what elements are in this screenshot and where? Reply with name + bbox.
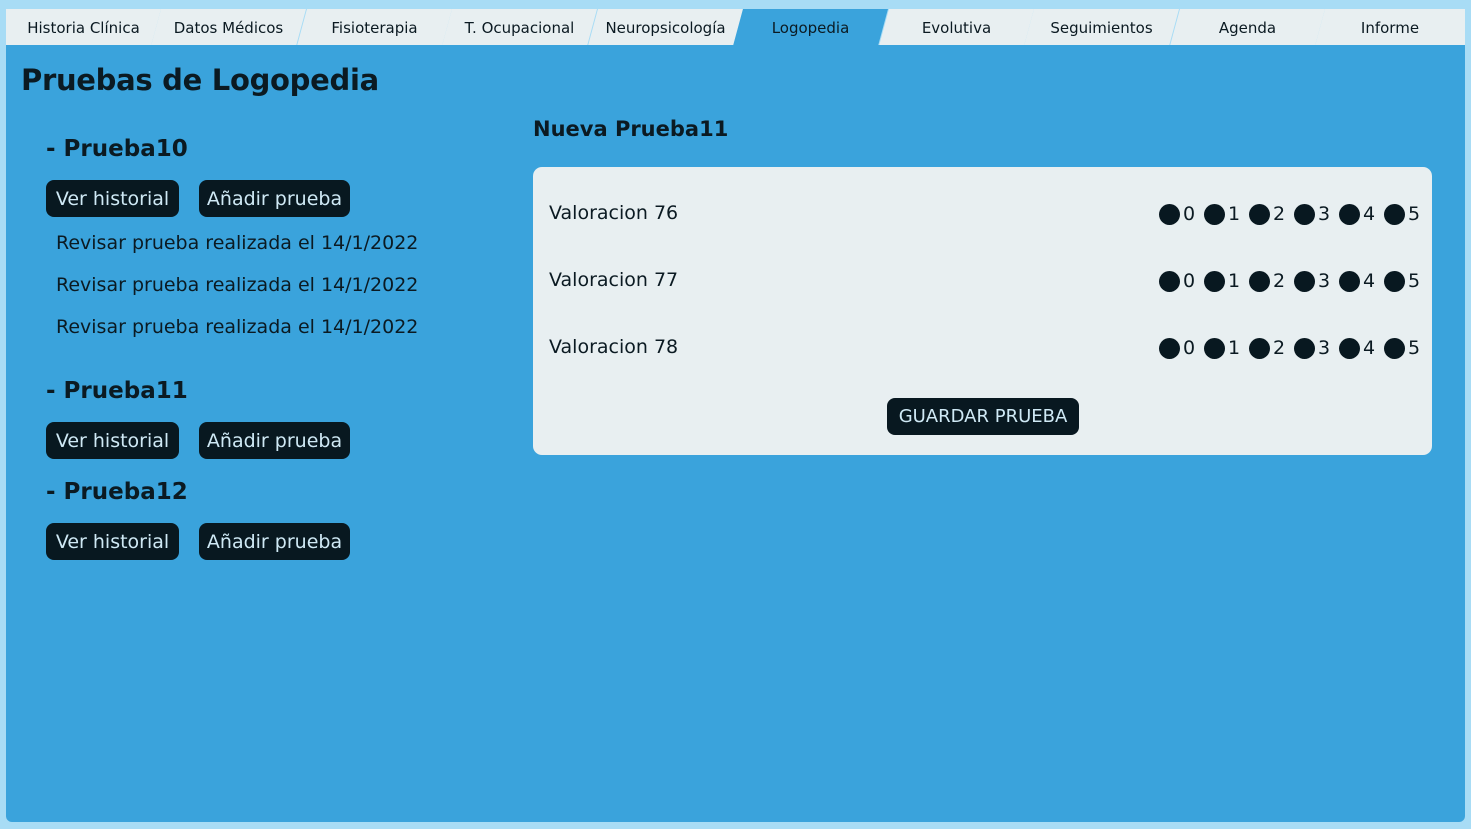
rating-option-label: 3 bbox=[1318, 270, 1331, 292]
ver-historial-button[interactable]: Ver historial bbox=[46, 422, 179, 459]
test-heading-prueba10: - Prueba10 bbox=[46, 136, 188, 162]
tab-logopedia[interactable]: Logopedia bbox=[733, 9, 888, 46]
save-test-button[interactable]: GUARDAR PRUEBA bbox=[887, 398, 1079, 435]
tab-bar: Historia Clínica Datos Médicos Fisiotera… bbox=[6, 9, 1465, 46]
rating-label: Valoracion 76 bbox=[549, 202, 679, 224]
rating-option[interactable]: 2 bbox=[1249, 270, 1291, 292]
tab-t-ocupacional[interactable]: T. Ocupacional bbox=[442, 9, 597, 46]
rating-option[interactable]: 1 bbox=[1204, 270, 1246, 292]
rating-radio-group: 0 1 2 3 4 5 bbox=[1159, 202, 1429, 226]
radio-button[interactable] bbox=[1249, 337, 1270, 359]
add-test-button[interactable]: Añadir prueba bbox=[199, 422, 350, 459]
review-test-link[interactable]: Revisar prueba realizada el 14/1/2022 bbox=[56, 274, 418, 296]
rating-option-label: 4 bbox=[1363, 337, 1376, 359]
radio-button[interactable] bbox=[1159, 337, 1180, 359]
rating-option[interactable]: 1 bbox=[1204, 337, 1246, 359]
rating-option-label: 5 bbox=[1408, 270, 1421, 292]
tab-agenda[interactable]: Agenda bbox=[1170, 9, 1325, 46]
tab-fisioterapia[interactable]: Fisioterapia bbox=[297, 9, 452, 46]
rating-option-label: 2 bbox=[1273, 337, 1286, 359]
rating-option[interactable]: 4 bbox=[1339, 203, 1381, 225]
radio-button[interactable] bbox=[1159, 270, 1180, 292]
tab-evolutiva[interactable]: Evolutiva bbox=[879, 9, 1034, 46]
rating-option-label: 3 bbox=[1318, 337, 1331, 359]
rating-option[interactable]: 0 bbox=[1159, 337, 1201, 359]
rating-option-label: 2 bbox=[1273, 270, 1286, 292]
new-test-form: Valoracion 76 0 1 2 3 4 5 Valoracion 77 … bbox=[533, 167, 1432, 455]
ver-historial-button[interactable]: Ver historial bbox=[46, 180, 179, 217]
radio-button[interactable] bbox=[1249, 203, 1270, 225]
rating-option-label: 2 bbox=[1273, 203, 1286, 225]
rating-option-label: 3 bbox=[1318, 203, 1331, 225]
rating-option[interactable]: 1 bbox=[1204, 203, 1246, 225]
tab-neuropsicologia[interactable]: Neuropsicología bbox=[588, 9, 743, 46]
radio-button[interactable] bbox=[1384, 337, 1405, 359]
test-heading-prueba11: - Prueba11 bbox=[46, 378, 188, 404]
radio-button[interactable] bbox=[1204, 337, 1225, 359]
rating-option[interactable]: 2 bbox=[1249, 203, 1291, 225]
review-test-link[interactable]: Revisar prueba realizada el 14/1/2022 bbox=[56, 232, 418, 254]
tab-seguimientos[interactable]: Seguimientos bbox=[1024, 9, 1179, 46]
rating-option[interactable]: 2 bbox=[1249, 337, 1291, 359]
rating-option-label: 1 bbox=[1228, 203, 1241, 225]
main-panel: Pruebas de Logopedia - Prueba10 Ver hist… bbox=[6, 45, 1465, 822]
radio-button[interactable] bbox=[1339, 203, 1360, 225]
rating-radio-group: 0 1 2 3 4 5 bbox=[1159, 269, 1429, 293]
rating-option[interactable]: 0 bbox=[1159, 270, 1201, 292]
rating-option[interactable]: 5 bbox=[1384, 337, 1426, 359]
rating-option[interactable]: 3 bbox=[1294, 270, 1336, 292]
rating-option[interactable]: 4 bbox=[1339, 337, 1381, 359]
rating-option-label: 0 bbox=[1183, 203, 1196, 225]
rating-option-label: 4 bbox=[1363, 203, 1376, 225]
rating-radio-group: 0 1 2 3 4 5 bbox=[1159, 336, 1429, 360]
radio-button[interactable] bbox=[1159, 203, 1180, 225]
ver-historial-button[interactable]: Ver historial bbox=[46, 523, 179, 560]
add-test-button[interactable]: Añadir prueba bbox=[199, 523, 350, 560]
radio-button[interactable] bbox=[1294, 337, 1315, 359]
radio-button[interactable] bbox=[1294, 270, 1315, 292]
review-test-link[interactable]: Revisar prueba realizada el 14/1/2022 bbox=[56, 316, 418, 338]
radio-button[interactable] bbox=[1339, 270, 1360, 292]
rating-option[interactable]: 0 bbox=[1159, 203, 1201, 225]
rating-option-label: 0 bbox=[1183, 337, 1196, 359]
new-test-title: Nueva Prueba11 bbox=[533, 117, 729, 141]
tab-historia-clinica[interactable]: Historia Clínica bbox=[6, 9, 161, 46]
radio-button[interactable] bbox=[1384, 270, 1405, 292]
rating-option-label: 5 bbox=[1408, 337, 1421, 359]
rating-option-label: 0 bbox=[1183, 270, 1196, 292]
radio-button[interactable] bbox=[1249, 270, 1270, 292]
tab-datos-medicos[interactable]: Datos Médicos bbox=[151, 9, 306, 46]
rating-option[interactable]: 3 bbox=[1294, 337, 1336, 359]
rating-option[interactable]: 5 bbox=[1384, 203, 1426, 225]
radio-button[interactable] bbox=[1339, 337, 1360, 359]
radio-button[interactable] bbox=[1294, 203, 1315, 225]
test-heading-prueba12: - Prueba12 bbox=[46, 479, 188, 505]
tab-informe[interactable]: Informe bbox=[1315, 9, 1465, 46]
rating-option[interactable]: 3 bbox=[1294, 203, 1336, 225]
radio-button[interactable] bbox=[1384, 203, 1405, 225]
rating-label: Valoracion 77 bbox=[549, 269, 679, 291]
rating-option-label: 4 bbox=[1363, 270, 1376, 292]
page-title: Pruebas de Logopedia bbox=[21, 63, 379, 97]
add-test-button[interactable]: Añadir prueba bbox=[199, 180, 350, 217]
rating-option[interactable]: 5 bbox=[1384, 270, 1426, 292]
rating-label: Valoracion 78 bbox=[549, 336, 679, 358]
radio-button[interactable] bbox=[1204, 203, 1225, 225]
rating-option-label: 1 bbox=[1228, 270, 1241, 292]
radio-button[interactable] bbox=[1204, 270, 1225, 292]
rating-option[interactable]: 4 bbox=[1339, 270, 1381, 292]
rating-option-label: 5 bbox=[1408, 203, 1421, 225]
rating-option-label: 1 bbox=[1228, 337, 1241, 359]
